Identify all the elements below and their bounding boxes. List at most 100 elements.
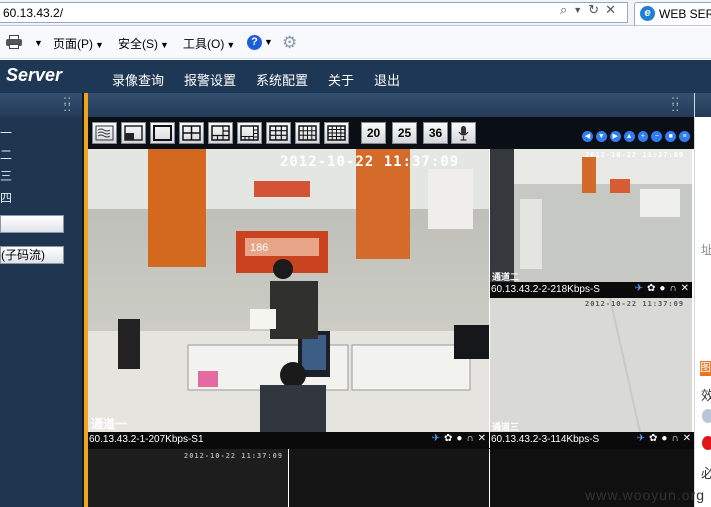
tools-menu[interactable]: 工具(O) ▼ <box>183 35 235 52</box>
video-tile-main[interactable]: 186 2012-10-22 11:37:09 通道一 <box>88 149 489 432</box>
video-status-bar-2: 60.13.43.2-2-218Kbps-S ✈ ✿ ● ∩ ✕ <box>490 282 692 298</box>
channel-label: 通道一 <box>91 417 128 431</box>
nav-record-query[interactable]: 录像查询 <box>112 70 164 89</box>
refresh-icon[interactable]: ↻ <box>588 2 599 18</box>
watermark: www.wooyun.org <box>585 487 705 503</box>
right-panel-char: 必 <box>701 466 711 481</box>
nav-about[interactable]: 关于 <box>328 70 354 89</box>
address-input[interactable]: 60.13.43.2/ <box>0 2 628 23</box>
close-video-icon[interactable]: ✕ <box>478 433 486 444</box>
layout-16-icon[interactable] <box>324 122 349 144</box>
tile-wave-icon[interactable] <box>92 122 117 144</box>
video-controls: ✈ ✿ ● ∩ ✕ <box>635 283 689 294</box>
layout-4-icon[interactable] <box>179 122 204 144</box>
layout-25-button[interactable]: 25 <box>392 122 417 144</box>
status-dot-icon <box>702 409 711 423</box>
walk-icon[interactable]: ✿ <box>647 283 655 294</box>
layout-36-button[interactable]: 36 <box>423 122 448 144</box>
drag-handle-icon[interactable]: :::: <box>63 94 72 113</box>
gear-icon[interactable]: ⚙ <box>282 33 297 53</box>
sidebar-header: :::: <box>0 93 82 117</box>
search-icon[interactable]: ⌕ <box>560 2 567 18</box>
close-video-icon[interactable]: ✕ <box>683 433 691 444</box>
timestamp-overlay: 2012-10-22 11:37:09 <box>585 300 685 308</box>
layout-8-icon[interactable] <box>237 122 262 144</box>
sidebar-item-3[interactable]: 三 <box>0 167 12 184</box>
video-status-bar-main: 60.13.43.2-1-207Kbps-S1 ✈ ✿ ● ∩ ✕ <box>88 432 489 448</box>
channel-label: 通道二 <box>492 272 520 282</box>
channel-label: 通道三 <box>492 422 520 432</box>
video-tile-4[interactable]: 2012-10-22 11:37:09 <box>88 449 288 507</box>
sidebar-main-stream-button[interactable] <box>0 215 64 233</box>
microphone-icon[interactable] <box>451 122 476 144</box>
layout-13-icon[interactable] <box>295 122 320 144</box>
nav-alarm-settings[interactable]: 报警设置 <box>184 70 236 89</box>
pedestrian-icon[interactable]: ✈ <box>637 433 645 444</box>
stream-info: 60.13.43.2-1-207Kbps-S1 <box>89 434 204 445</box>
right-panel-char: 效 <box>701 388 711 403</box>
ie-logo-icon: e <box>640 6 655 21</box>
layout-1-icon[interactable] <box>150 122 175 144</box>
layout-9-icon[interactable] <box>266 122 291 144</box>
close-video-icon[interactable]: ✕ <box>681 283 689 294</box>
layout-corner-icon[interactable] <box>121 122 146 144</box>
stream-info: 60.13.43.2-3-114Kbps-S <box>491 434 600 445</box>
record-icon[interactable]: ● <box>659 283 665 294</box>
video-frame-2 <box>490 149 692 282</box>
nav-logout[interactable]: 退出 <box>374 70 400 89</box>
page-menu[interactable]: 页面(P) ▼ <box>53 35 104 52</box>
video-tile-5[interactable] <box>289 449 489 507</box>
brand-logo: Server <box>6 65 63 85</box>
ptz-right-icon[interactable]: ▶ <box>609 131 621 142</box>
ptz-menu-icon[interactable]: ≡ <box>679 131 690 142</box>
right-panel-header <box>695 93 711 117</box>
layout-20-button[interactable]: 20 <box>361 122 386 144</box>
print-dropdown[interactable]: ▼ <box>32 35 43 49</box>
address-text: 60.13.43.2/ <box>3 6 64 20</box>
right-panel-tab[interactable]: 图 <box>700 361 711 376</box>
ptz-stop-icon[interactable]: ■ <box>665 131 677 142</box>
help-menu[interactable]: ? ▼ <box>247 34 273 50</box>
printer-icon[interactable] <box>6 35 22 49</box>
audio-icon[interactable]: ∩ <box>466 433 473 444</box>
audio-icon[interactable]: ∩ <box>669 283 676 294</box>
safety-menu-label: 安全(S) <box>118 37 158 51</box>
walk-icon[interactable]: ✿ <box>649 433 657 444</box>
ptz-controls: ◀ ▼ ▶ ▲ + − ■ ≡ <box>582 131 690 145</box>
right-panel-char: 址 <box>701 243 711 257</box>
timestamp-overlay: 2012-10-22 11:37:09 <box>184 452 284 460</box>
video-frame-main: 186 <box>88 149 489 432</box>
video-status-bar-3: 60.13.43.2-3-114Kbps-S ✈ ✿ ● ∩ ✕ <box>490 432 694 448</box>
record-icon[interactable]: ● <box>456 433 462 444</box>
close-icon[interactable]: ✕ <box>605 2 616 18</box>
sidebar-substream-button[interactable]: (子码流) <box>0 246 64 264</box>
video-controls: ✈ ✿ ● ∩ ✕ <box>432 433 486 444</box>
layout-6-icon[interactable] <box>208 122 233 144</box>
page-menu-label: 页面(P) <box>53 37 93 51</box>
video-tile-3[interactable]: 2012-10-22 11:37:09 通道三 <box>490 298 692 432</box>
ptz-down-icon[interactable]: ▼ <box>595 131 607 142</box>
sidebar-item-4[interactable]: 四 <box>0 189 12 206</box>
ptz-left-icon[interactable]: ◀ <box>582 131 593 142</box>
audio-icon[interactable]: ∩ <box>671 433 678 444</box>
pedestrian-icon[interactable]: ✈ <box>635 283 643 294</box>
ptz-zoom-out-icon[interactable]: − <box>651 131 663 142</box>
ptz-up-icon[interactable]: ▲ <box>623 131 635 142</box>
ptz-zoom-in-icon[interactable]: + <box>637 131 649 142</box>
safety-menu[interactable]: 安全(S) ▼ <box>118 35 169 52</box>
pedestrian-icon[interactable]: ✈ <box>432 433 440 444</box>
left-sidebar: :::: 一 二 三 四 (子码流) <box>0 93 84 507</box>
sidebar-item-2[interactable]: 二 <box>0 146 12 163</box>
tab-title: WEB SER <box>659 7 711 21</box>
alarm-dot-icon <box>702 436 711 450</box>
stream-info: 60.13.43.2-2-218Kbps-S <box>491 284 600 295</box>
nav-system-config[interactable]: 系统配置 <box>256 70 308 89</box>
video-tile-2[interactable]: 2012-10-22 11:37:09 通道二 <box>490 149 692 282</box>
dropdown-icon[interactable]: ▼ <box>573 5 582 18</box>
drag-handle-icon[interactable]: :::: <box>671 94 680 113</box>
walk-icon[interactable]: ✿ <box>444 433 452 444</box>
sidebar-item-1[interactable]: 一 <box>0 124 12 141</box>
record-icon[interactable]: ● <box>661 433 667 444</box>
browser-tab[interactable]: e WEB SER <box>634 2 711 25</box>
right-panel: 址 图 效 必 <box>694 93 711 507</box>
